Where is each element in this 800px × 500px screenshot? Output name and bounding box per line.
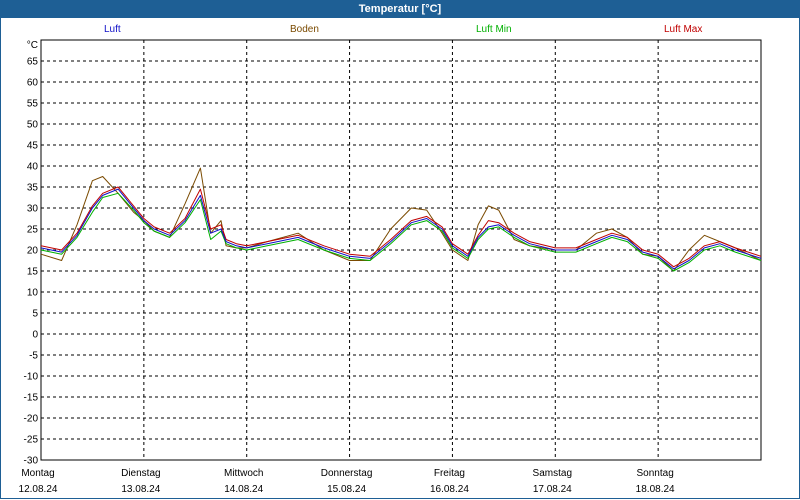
y-tick-label: -25 <box>24 435 39 446</box>
y-tick-label: 25 <box>27 225 39 236</box>
x-tick-date-label: 15.08.24 <box>327 484 366 495</box>
x-tick-date-label: 17.08.24 <box>533 484 572 495</box>
x-tick-day-label: Dienstag <box>121 468 160 479</box>
x-tick-date-label: 16.08.24 <box>430 484 469 495</box>
x-tick-date-label: 13.08.24 <box>121 484 160 495</box>
x-tick-date-label: 12.08.24 <box>19 484 58 495</box>
y-tick-label: 50 <box>27 120 39 131</box>
y-tick-label: 40 <box>27 162 39 173</box>
y-tick-label: -20 <box>24 414 39 425</box>
x-tick-day-label: Mittwoch <box>224 468 263 479</box>
y-tick-label: -10 <box>24 372 39 383</box>
x-tick-day-label: Donnerstag <box>321 468 373 479</box>
y-tick-label: 35 <box>27 183 39 194</box>
y-axis-label: °C <box>27 40 38 51</box>
y-tick-label: 55 <box>27 99 39 110</box>
y-tick-label: 20 <box>27 246 39 257</box>
y-tick-label: 5 <box>32 309 38 320</box>
y-tick-label: -15 <box>24 393 39 404</box>
y-tick-label: -30 <box>24 456 39 467</box>
y-tick-label: -5 <box>29 351 38 362</box>
y-tick-label: 65 <box>27 57 39 68</box>
x-tick-date-label: 14.08.24 <box>224 484 263 495</box>
x-tick-day-label: Samstag <box>533 468 572 479</box>
x-tick-day-label: Freitag <box>434 468 465 479</box>
series-line-boden <box>40 167 762 272</box>
temperature-chart: -30 -25 -20 -15 -10 -5 0 5 10 15 20 25 30 35 40 45 50 55 6… <box>19 39 762 495</box>
y-tick-label: 60 <box>27 78 39 89</box>
y-tick-label: 45 <box>27 141 39 152</box>
y-tick-label: 15 <box>27 267 39 278</box>
x-tick-date-label: 18.08.24 <box>636 484 675 495</box>
x-tick-day-label: Montag <box>21 468 54 479</box>
y-tick-label: 0 <box>32 330 38 341</box>
x-tick-day-label: Sonntag <box>637 468 674 479</box>
y-tick-label: 30 <box>27 204 39 215</box>
y-tick-label: 10 <box>27 288 39 299</box>
